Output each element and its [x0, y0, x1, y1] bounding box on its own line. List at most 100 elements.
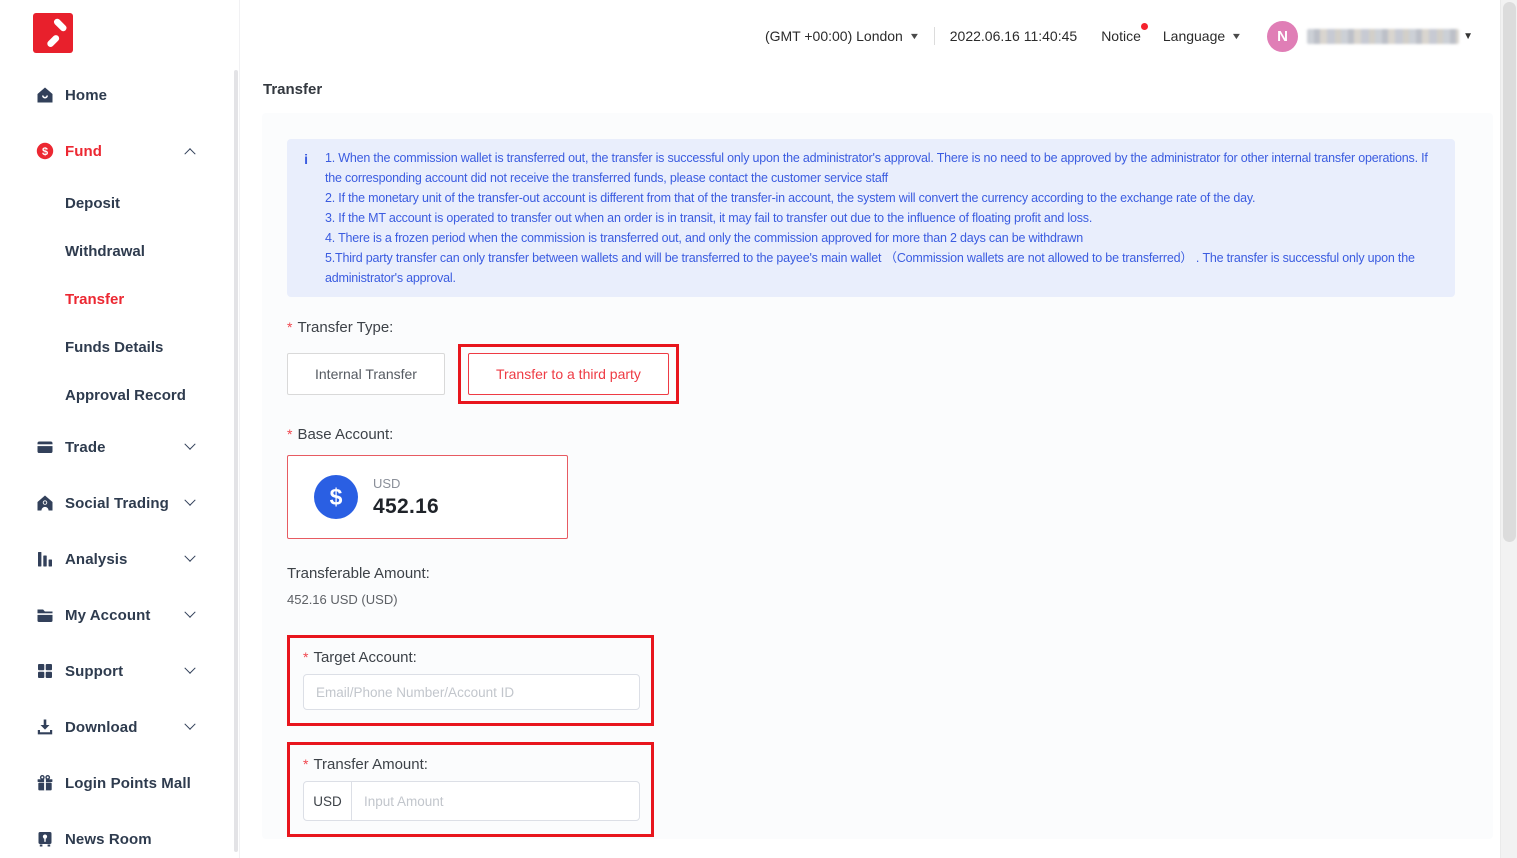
- transfer-type-label: * Transfer Type:: [287, 319, 1455, 336]
- base-account-label: * Base Account:: [287, 426, 1455, 443]
- chevron-down-icon: [184, 551, 195, 562]
- sidebar-item-label: Withdrawal: [65, 243, 145, 260]
- sidebar-item-label: Analysis: [65, 551, 128, 568]
- brand-logo-icon[interactable]: [33, 13, 73, 53]
- sidebar-item-label: Login Points Mall: [65, 775, 191, 792]
- required-asterisk: *: [303, 756, 308, 772]
- annotation-box-transfer-amount: * Transfer Amount: USD: [287, 742, 654, 837]
- chevron-down-icon: [184, 439, 195, 450]
- chevron-down-icon: [184, 495, 195, 506]
- transfer-panel: i 1. When the commission wallet is trans…: [262, 113, 1493, 839]
- main-area: (GMT +00:00) London ▼ 2022.06.16 11:40:4…: [240, 0, 1517, 858]
- required-asterisk: *: [303, 649, 308, 665]
- base-account-card[interactable]: $ USD 452.16: [287, 455, 568, 539]
- sidebar-nav: Home $ Fund Deposit Withdrawal Transfer …: [0, 67, 239, 858]
- fund-icon: $: [36, 142, 54, 160]
- sidebar-item-news-room[interactable]: News Room: [0, 811, 239, 858]
- sidebar-item-login-points-mall[interactable]: Login Points Mall: [0, 755, 239, 811]
- transfer-amount-label: * Transfer Amount:: [303, 756, 638, 773]
- notice-line: 1. When the commission wallet is transfe…: [325, 148, 1441, 188]
- sidebar-item-label: Deposit: [65, 195, 120, 212]
- info-icon: i: [287, 148, 325, 288]
- sidebar-item-support[interactable]: Support: [0, 643, 239, 699]
- notice-badge-dot: [1141, 23, 1148, 30]
- sidebar-item-my-account[interactable]: My Account: [0, 587, 239, 643]
- language-label: Language: [1163, 28, 1225, 44]
- timezone-selector[interactable]: (GMT +00:00) London ▼: [765, 28, 919, 44]
- chevron-down-icon: [184, 607, 195, 618]
- notice-line: 3. If the MT account is operated to tran…: [325, 208, 1441, 228]
- news-room-icon: [36, 830, 54, 848]
- sidebar-subitem-deposit[interactable]: Deposit: [0, 179, 239, 227]
- required-asterisk: *: [287, 426, 292, 442]
- window-scrollbar[interactable]: [1500, 0, 1517, 858]
- home-icon: [36, 86, 54, 104]
- username-redacted: [1307, 29, 1459, 44]
- page-title: Transfer: [240, 72, 1517, 98]
- sidebar: Home $ Fund Deposit Withdrawal Transfer …: [0, 0, 240, 858]
- annotation-box-transfer-type: Transfer to a third party: [458, 344, 679, 404]
- sidebar-item-label: Download: [65, 719, 137, 736]
- notice-label: Notice: [1101, 28, 1141, 44]
- annotation-box-target-account: * Target Account:: [287, 635, 654, 726]
- transfer-amount-group: USD: [303, 781, 640, 821]
- chevron-up-icon: [184, 148, 195, 159]
- sidebar-subitem-transfer[interactable]: Transfer: [0, 275, 239, 323]
- transferable-amount-label: Transferable Amount:: [287, 565, 1455, 582]
- sidebar-item-label: Fund: [65, 143, 102, 160]
- language-selector[interactable]: Language ▼: [1163, 28, 1241, 44]
- sidebar-item-label: Funds Details: [65, 339, 163, 356]
- topbar-divider: [934, 27, 935, 45]
- target-account-input[interactable]: [303, 674, 640, 710]
- required-asterisk: *: [287, 319, 292, 335]
- window-scrollbar-thumb[interactable]: [1503, 2, 1516, 542]
- support-icon: [36, 662, 54, 680]
- sidebar-scrollbar-thumb[interactable]: [234, 70, 238, 852]
- caret-down-icon: ▼: [1463, 31, 1473, 42]
- chevron-down-icon: [184, 719, 195, 730]
- sidebar-item-label: Home: [65, 87, 107, 104]
- sidebar-item-fund[interactable]: $ Fund: [0, 123, 239, 179]
- download-icon: [36, 718, 54, 736]
- sidebar-item-trade[interactable]: Trade: [0, 419, 239, 475]
- chevron-down-icon: [184, 663, 195, 674]
- svg-text:$: $: [42, 146, 48, 158]
- notice-line: 4. There is a frozen period when the com…: [325, 228, 1441, 248]
- topbar: (GMT +00:00) London ▼ 2022.06.16 11:40:4…: [240, 0, 1517, 72]
- third-party-transfer-button[interactable]: Transfer to a third party: [468, 353, 669, 395]
- sidebar-item-label-active: Transfer: [65, 291, 124, 308]
- sidebar-item-label: News Room: [65, 831, 152, 848]
- sidebar-item-label: Support: [65, 663, 123, 680]
- caret-down-icon: ▼: [909, 31, 921, 41]
- caret-down-icon: ▼: [1231, 31, 1243, 41]
- avatar[interactable]: N: [1267, 21, 1298, 52]
- transferable-amount-value: 452.16 USD (USD): [287, 592, 1455, 607]
- notice-line: 2. If the monetary unit of the transfer-…: [325, 188, 1441, 208]
- base-account-currency: USD: [373, 476, 439, 491]
- sidebar-item-download[interactable]: Download: [0, 699, 239, 755]
- social-trading-icon: [36, 494, 54, 512]
- sidebar-item-home[interactable]: Home: [0, 67, 239, 123]
- transfer-amount-input[interactable]: [352, 782, 639, 820]
- sidebar-subitem-withdrawal[interactable]: Withdrawal: [0, 227, 239, 275]
- base-account-amount: 452.16: [373, 495, 439, 519]
- target-account-label: * Target Account:: [303, 649, 638, 666]
- amount-currency-prefix: USD: [304, 782, 352, 820]
- timezone-label: (GMT +00:00) London: [765, 28, 903, 44]
- sidebar-item-label: Approval Record: [65, 387, 186, 404]
- sidebar-subitem-funds-details[interactable]: Funds Details: [0, 323, 239, 371]
- internal-transfer-button[interactable]: Internal Transfer: [287, 353, 445, 395]
- my-account-icon: [36, 606, 54, 624]
- dollar-icon: $: [314, 475, 358, 519]
- gift-icon: [36, 774, 54, 792]
- sidebar-item-analysis[interactable]: Analysis: [0, 531, 239, 587]
- sidebar-item-label: Social Trading: [65, 495, 169, 512]
- trade-icon: [36, 438, 54, 456]
- user-menu[interactable]: N ▼: [1267, 21, 1473, 52]
- sidebar-item-label: My Account: [65, 607, 150, 624]
- sidebar-item-social-trading[interactable]: Social Trading: [0, 475, 239, 531]
- notice-button[interactable]: Notice: [1101, 28, 1141, 44]
- notice-line: 5.Third party transfer can only transfer…: [325, 248, 1441, 288]
- datetime-label: 2022.06.16 11:40:45: [950, 28, 1077, 44]
- sidebar-subitem-approval-record[interactable]: Approval Record: [0, 371, 239, 419]
